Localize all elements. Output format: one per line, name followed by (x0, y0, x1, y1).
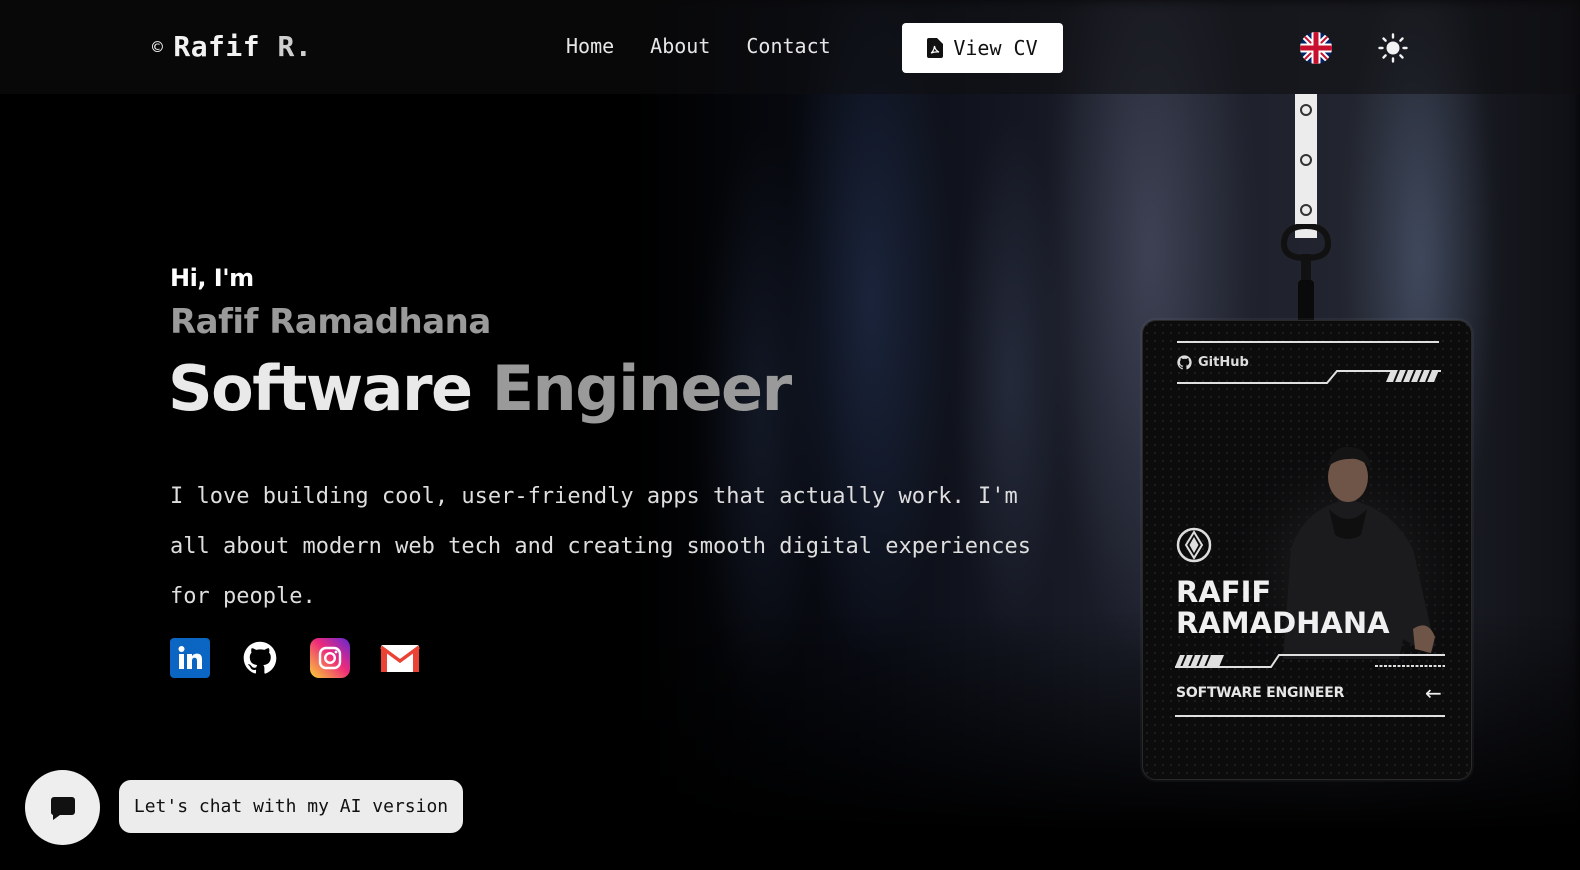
social-links (170, 638, 420, 678)
badge-role: SOFTWARE ENGINEER (1176, 685, 1345, 701)
view-cv-button[interactable]: View CV (902, 23, 1063, 73)
chat-bubble-icon (50, 796, 75, 820)
site-header: © Rafif R. Home About Contact View CV (0, 0, 1580, 94)
badge-top-stripe (1177, 369, 1441, 384)
hero-role-word2: Engineer (491, 352, 792, 425)
github-icon[interactable] (240, 638, 280, 678)
id-badge-card[interactable]: GitHub RAFIF RAMADHANA SOFTWARE ENGINEER… (1142, 320, 1472, 780)
logo-first-name: Rafif (173, 30, 261, 63)
nav-about[interactable]: About (650, 34, 710, 58)
chat-bubble-button[interactable] (25, 770, 100, 845)
emblem-icon (1176, 527, 1212, 563)
gmail-icon[interactable] (380, 638, 420, 678)
instagram-icon[interactable] (310, 638, 350, 678)
pdf-file-icon (927, 38, 944, 58)
uk-flag-icon[interactable] (1300, 32, 1332, 64)
arrow-left-icon: ← (1425, 681, 1442, 705)
view-cv-label: View CV (953, 36, 1038, 60)
hero-role: Software Engineer (168, 352, 792, 425)
badge-bottom-stripe (1175, 654, 1445, 668)
badge-name-line2: RAMADHANA (1176, 606, 1390, 640)
copyright-symbol: © (152, 37, 164, 58)
hero-description: I love building cool, user-friendly apps… (170, 484, 1031, 609)
nav-contact[interactable]: Contact (746, 34, 830, 58)
lanyard-strap (1295, 94, 1317, 238)
logo-last-initial: R. (277, 30, 313, 63)
hero-name: Rafif Ramadhana (170, 302, 491, 342)
hero-role-word1: Software (168, 352, 473, 425)
nav-home[interactable]: Home (566, 34, 614, 58)
badge-name: RAFIF RAMADHANA (1176, 577, 1390, 639)
site-logo[interactable]: © Rafif R. (152, 30, 312, 63)
linkedin-icon[interactable] (170, 638, 210, 678)
main-nav: Home About Contact (566, 34, 831, 58)
hero-greeting: Hi, I'm (170, 264, 254, 292)
sun-icon[interactable] (1378, 33, 1408, 63)
badge-name-line1: RAFIF (1176, 575, 1272, 609)
chat-prompt-label[interactable]: Let's chat with my AI version (119, 780, 463, 833)
